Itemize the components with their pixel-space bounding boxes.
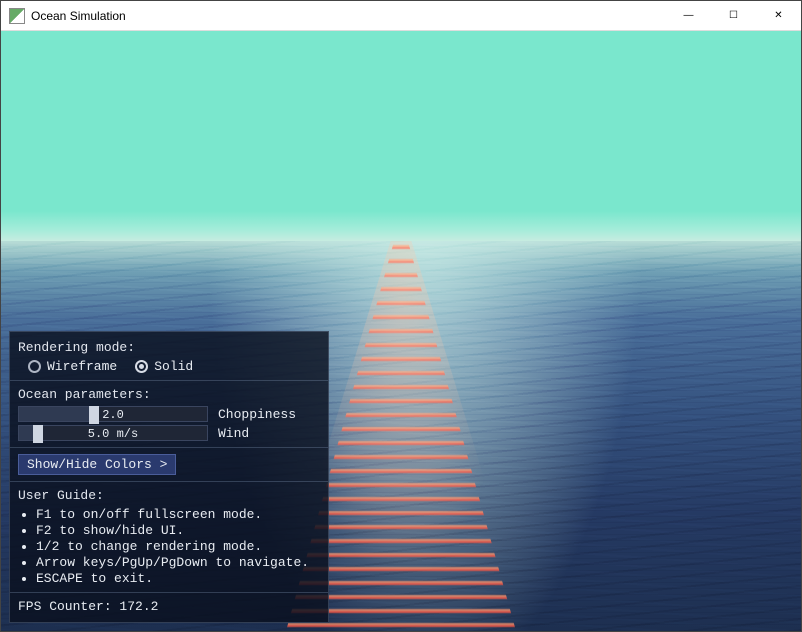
maximize-button[interactable]: ☐ bbox=[711, 1, 756, 30]
wind-slider[interactable]: 5.0 m/s bbox=[18, 425, 208, 441]
wind-label: Wind bbox=[218, 426, 249, 441]
radio-icon bbox=[135, 360, 148, 373]
close-button[interactable]: ✕ bbox=[756, 1, 801, 30]
divider bbox=[10, 380, 328, 381]
choppiness-value: 2.0 bbox=[19, 407, 207, 421]
rendering-solid-radio[interactable]: Solid bbox=[135, 359, 193, 374]
titlebar[interactable]: Ocean Simulation — ☐ ✕ bbox=[1, 1, 801, 31]
wind-value: 5.0 m/s bbox=[19, 426, 207, 440]
app-icon bbox=[9, 8, 25, 24]
rendering-wireframe-radio[interactable]: Wireframe bbox=[28, 359, 117, 374]
choppiness-slider[interactable]: 2.0 bbox=[18, 406, 208, 422]
toggle-colors-button[interactable]: Show/Hide Colors > bbox=[18, 454, 176, 475]
user-guide-label: User Guide: bbox=[18, 488, 320, 503]
radio-icon bbox=[28, 360, 41, 373]
fps-value: 172.2 bbox=[119, 599, 158, 614]
choppiness-row: 2.0 Choppiness bbox=[18, 406, 320, 422]
window-title: Ocean Simulation bbox=[31, 9, 126, 23]
list-item: F1 to on/off fullscreen mode. bbox=[36, 507, 320, 522]
wind-row: 5.0 m/s Wind bbox=[18, 425, 320, 441]
settings-panel: Rendering mode: Wireframe Solid Ocean pa… bbox=[9, 331, 329, 623]
list-item: Arrow keys/PgUp/PgDown to navigate. bbox=[36, 555, 320, 570]
list-item: ESCAPE to exit. bbox=[36, 571, 320, 586]
fps-counter: FPS Counter: 172.2 bbox=[18, 599, 320, 614]
fps-label: FPS Counter: bbox=[18, 599, 119, 614]
divider bbox=[10, 481, 328, 482]
window-controls: — ☐ ✕ bbox=[666, 1, 801, 30]
list-item: F2 to show/hide UI. bbox=[36, 523, 320, 538]
divider bbox=[10, 592, 328, 593]
rendering-mode-group: Wireframe Solid bbox=[28, 359, 320, 374]
app-window: Ocean Simulation — ☐ ✕ Rendering mode: W… bbox=[0, 0, 802, 632]
viewport[interactable]: Rendering mode: Wireframe Solid Ocean pa… bbox=[1, 31, 801, 631]
radio-label: Wireframe bbox=[47, 359, 117, 374]
choppiness-label: Choppiness bbox=[218, 407, 296, 422]
list-item: 1/2 to change rendering mode. bbox=[36, 539, 320, 554]
rendering-mode-label: Rendering mode: bbox=[18, 340, 320, 355]
ocean-params-label: Ocean parameters: bbox=[18, 387, 320, 402]
radio-label: Solid bbox=[154, 359, 193, 374]
minimize-button[interactable]: — bbox=[666, 1, 711, 30]
divider bbox=[10, 447, 328, 448]
user-guide-list: F1 to on/off fullscreen mode. F2 to show… bbox=[22, 507, 320, 586]
user-guide: User Guide: F1 to on/off fullscreen mode… bbox=[18, 488, 320, 586]
